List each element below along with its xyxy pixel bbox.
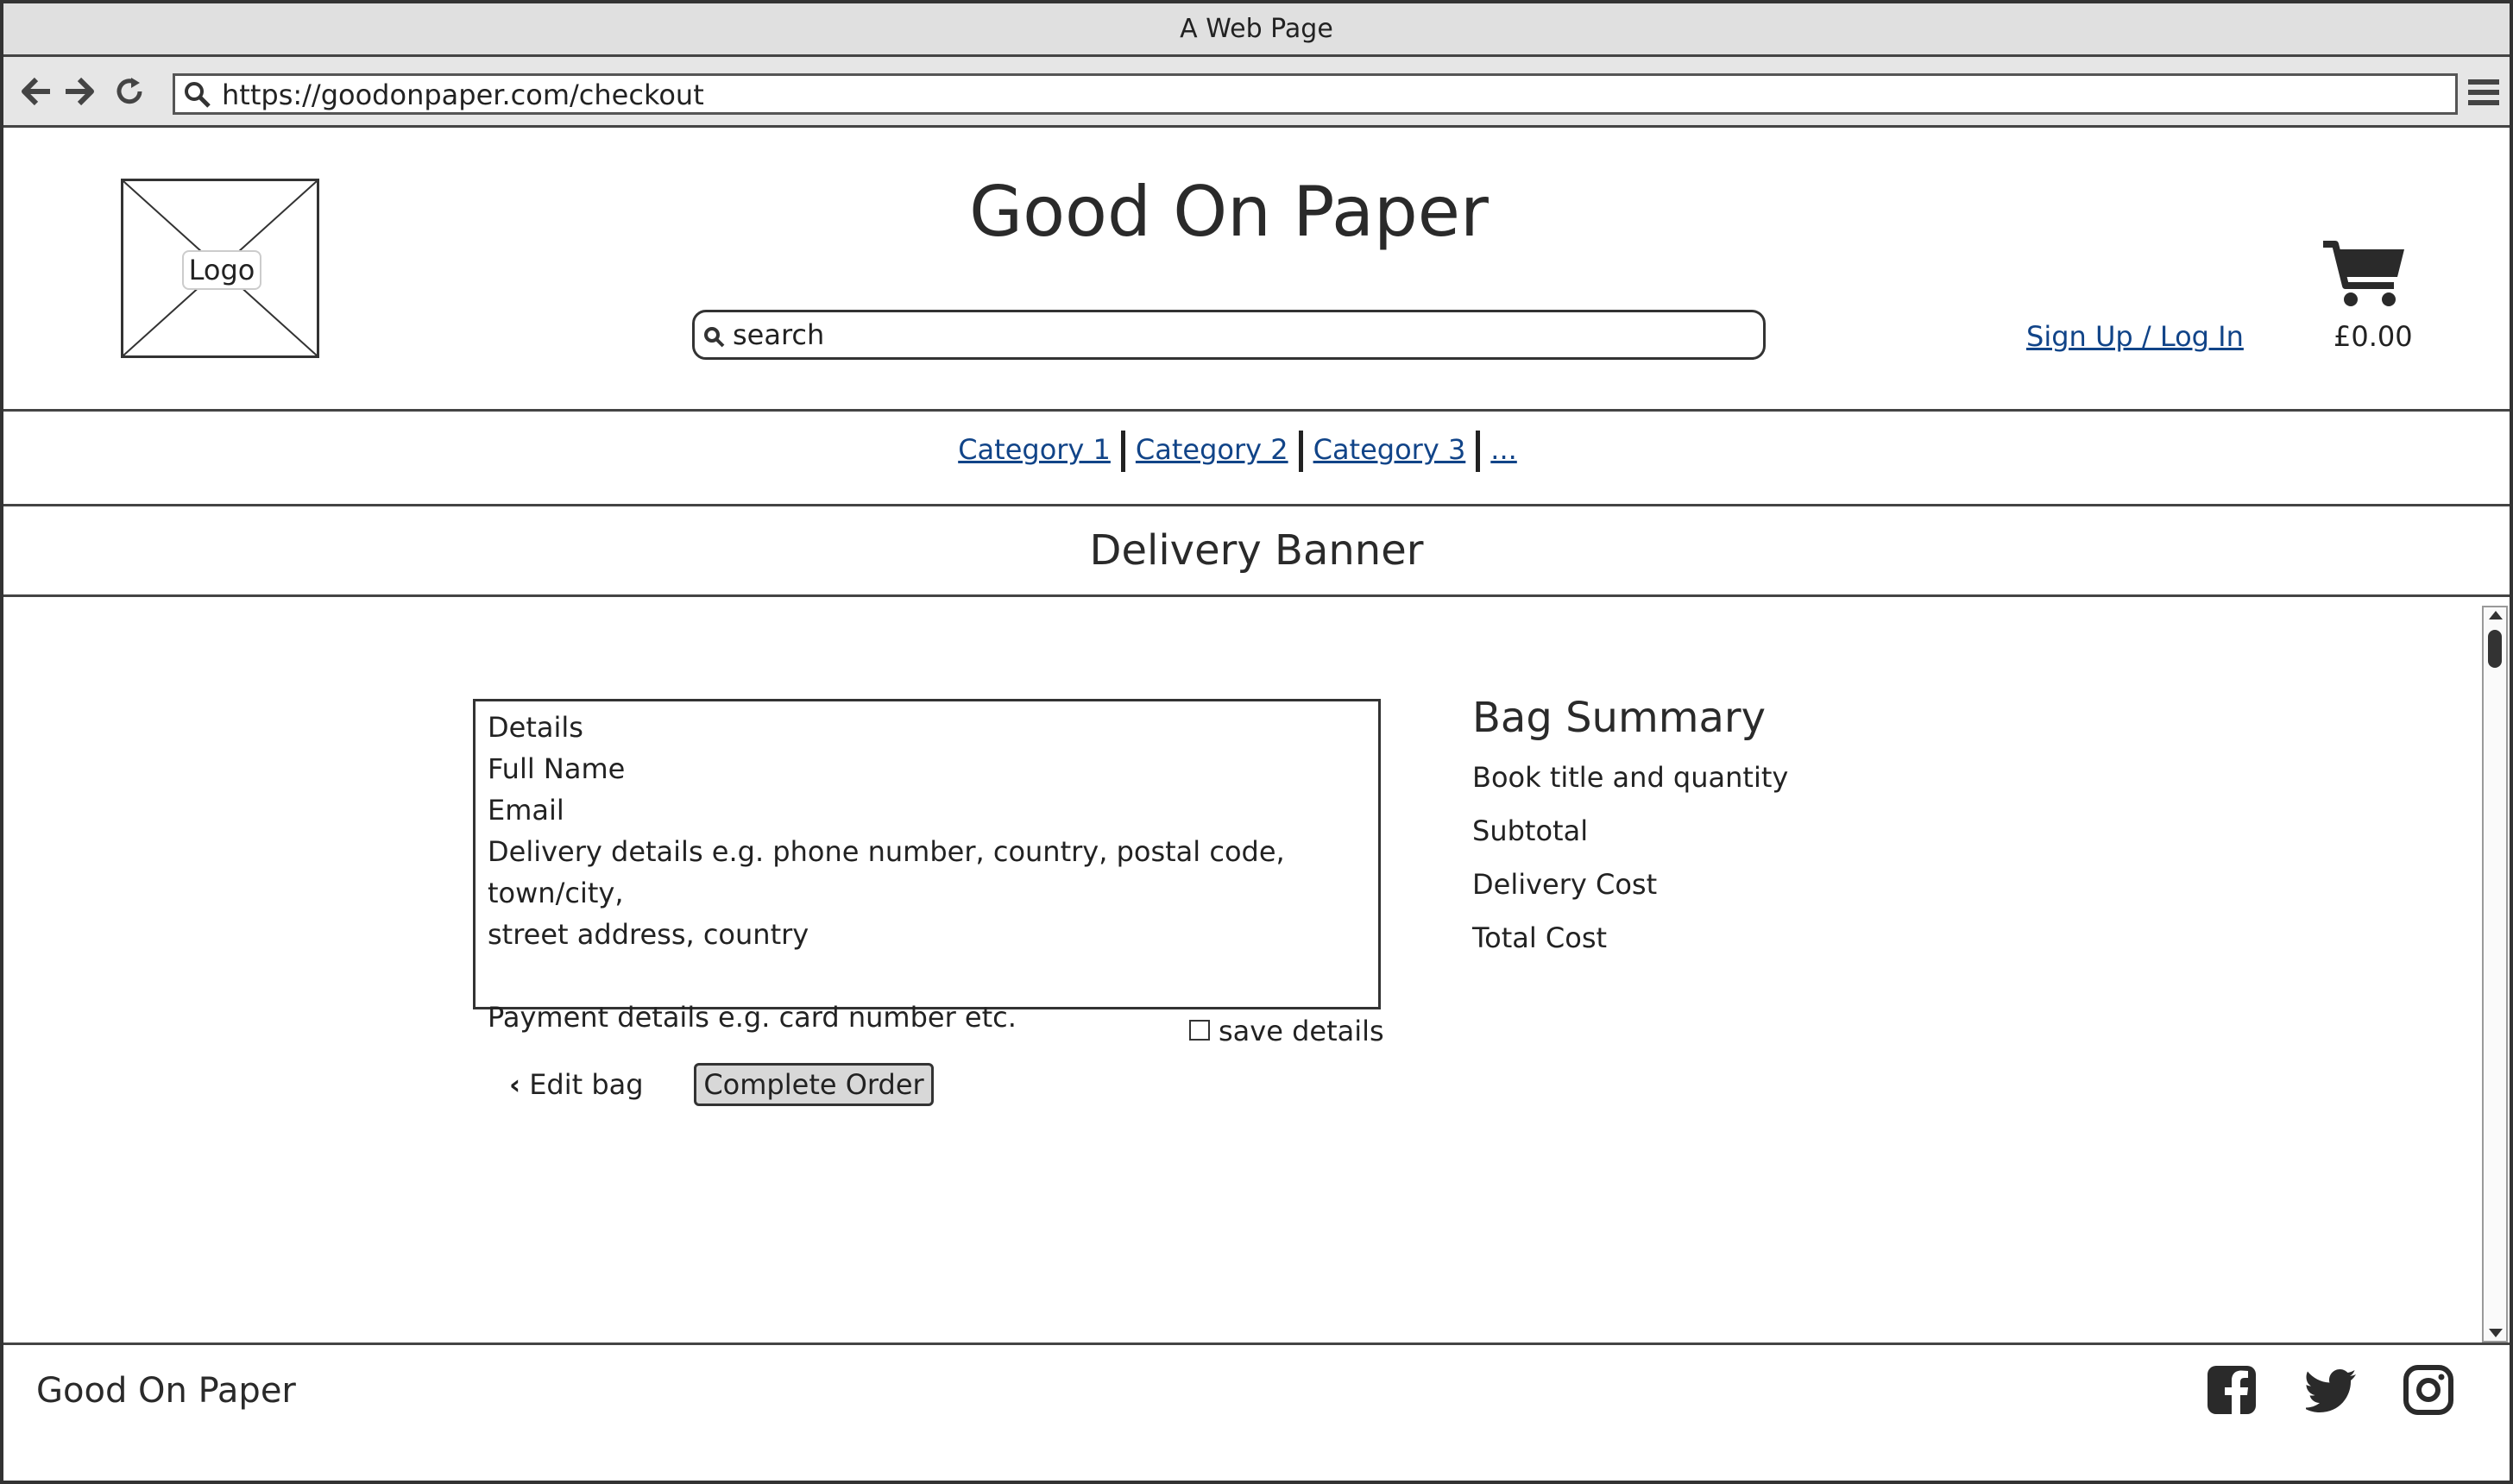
site-header: Logo Good On Paper search Sign Up / Log … bbox=[3, 129, 2510, 412]
delivery-banner: Delivery Banner bbox=[3, 507, 2510, 597]
footer-title: Good On Paper bbox=[36, 1371, 296, 1411]
chevron-left-icon: ‹ bbox=[509, 1068, 521, 1101]
checkout-details-form[interactable]: Details Full Name Email Delivery details… bbox=[473, 699, 1381, 1034]
cart-total: £0.00 bbox=[2334, 320, 2413, 353]
full-name-field[interactable]: Full Name bbox=[488, 748, 1366, 789]
edit-bag-label: Edit bag bbox=[529, 1068, 644, 1101]
category-link-3[interactable]: Category 3 bbox=[1303, 433, 1477, 466]
search-input[interactable]: search bbox=[692, 310, 1766, 360]
search-placeholder: search bbox=[733, 318, 825, 351]
divider bbox=[1298, 431, 1303, 472]
complete-order-button[interactable]: Complete Order bbox=[694, 1063, 934, 1106]
reload-icon[interactable] bbox=[112, 74, 147, 109]
window-title: A Web Page bbox=[3, 3, 2510, 57]
address-bar[interactable]: https://goodonpaper.com/checkout bbox=[173, 73, 2458, 115]
delivery-details-field-cont[interactable]: street address, country bbox=[488, 914, 1366, 955]
bag-summary-title: Bag Summary bbox=[1472, 694, 1767, 742]
browser-window: A Web Page https://goodonpaper.com/check… bbox=[0, 0, 2513, 1484]
save-details-checkbox[interactable] bbox=[1189, 1020, 1210, 1041]
bag-summary: Bag Summary Book title and quantity Subt… bbox=[1472, 694, 1788, 965]
forward-arrow-icon[interactable] bbox=[62, 74, 97, 109]
save-details-label: save details bbox=[1219, 1015, 1384, 1047]
edit-bag-link[interactable]: ‹ Edit bag bbox=[509, 1068, 644, 1101]
shopping-cart-icon[interactable] bbox=[2321, 239, 2406, 308]
logo-label: Logo bbox=[182, 250, 261, 290]
signup-login-link[interactable]: Sign Up / Log In bbox=[2026, 320, 2244, 353]
instagram-icon[interactable] bbox=[2403, 1364, 2454, 1416]
site-footer: Good On Paper bbox=[3, 1343, 2510, 1484]
search-icon bbox=[704, 327, 725, 348]
category-link-more[interactable]: ... bbox=[1480, 433, 1527, 466]
vertical-scrollbar[interactable] bbox=[2482, 606, 2508, 1343]
site-title: Good On Paper bbox=[969, 172, 1489, 252]
facebook-icon[interactable] bbox=[2206, 1364, 2258, 1416]
hamburger-menu-icon[interactable] bbox=[2468, 78, 2499, 107]
browser-toolbar: https://goodonpaper.com/checkout bbox=[3, 57, 2510, 128]
scroll-thumb[interactable] bbox=[2488, 630, 2502, 668]
details-heading: Details bbox=[488, 711, 583, 744]
category-nav: Category 1 Category 2 Category 3... bbox=[3, 412, 2510, 506]
delivery-details-field[interactable]: Delivery details e.g. phone number, coun… bbox=[488, 831, 1366, 914]
back-arrow-icon[interactable] bbox=[19, 74, 54, 109]
summary-subtotal: Subtotal bbox=[1472, 814, 1589, 847]
url-text: https://goodonpaper.com/checkout bbox=[222, 79, 704, 111]
save-details-row[interactable]: save details bbox=[1189, 1015, 1384, 1047]
scroll-up-arrow-icon[interactable] bbox=[2489, 611, 2503, 619]
summary-line-items: Book title and quantity bbox=[1472, 761, 1789, 794]
checkout-main: Details Full Name Email Delivery details… bbox=[3, 597, 2510, 1343]
summary-total-cost: Total Cost bbox=[1472, 921, 1608, 954]
summary-delivery-cost: Delivery Cost bbox=[1472, 868, 1658, 901]
email-field[interactable]: Email bbox=[488, 789, 1366, 831]
category-link-2[interactable]: Category 2 bbox=[1125, 433, 1299, 466]
category-link-1[interactable]: Category 1 bbox=[948, 433, 1121, 466]
twitter-icon[interactable] bbox=[2306, 1364, 2358, 1416]
scroll-down-arrow-icon[interactable] bbox=[2489, 1329, 2503, 1337]
search-icon bbox=[185, 82, 211, 108]
